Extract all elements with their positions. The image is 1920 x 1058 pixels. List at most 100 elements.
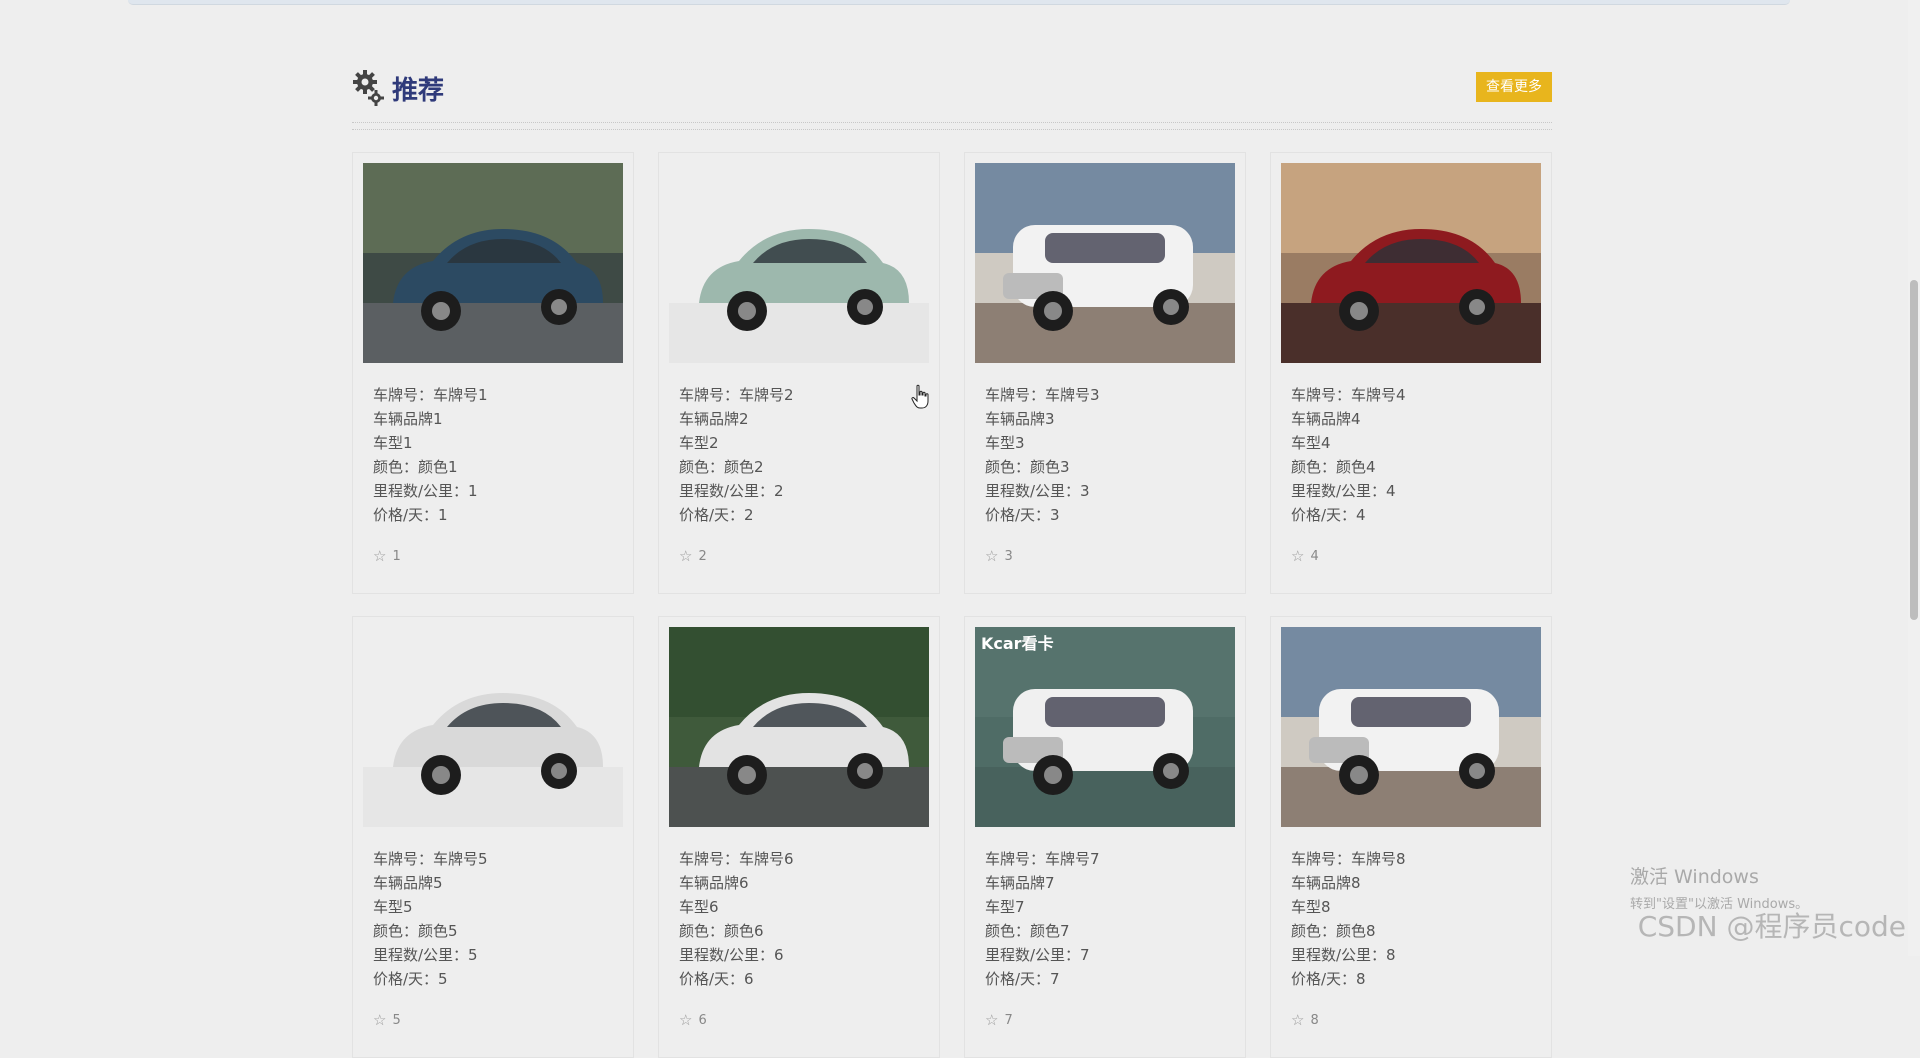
car-photo[interactable] [1281, 627, 1541, 827]
star-icon[interactable]: ☆ [985, 1011, 998, 1029]
daily-price: 价格/天：3 [985, 506, 1060, 524]
car-card[interactable]: 车牌号：车牌号3 车辆品牌3 车型3 颜色：颜色3 里程数/公里：3 价格/天：… [964, 152, 1246, 594]
favorite-count[interactable]: ☆ 6 [679, 1011, 707, 1029]
favorite-count[interactable]: ☆ 4 [1291, 547, 1319, 565]
vehicle-brand: 车辆品牌2 [679, 410, 749, 428]
vehicle-brand: 车辆品牌7 [985, 874, 1055, 892]
section-header: 推荐 查看更多 [352, 64, 1552, 120]
hand-cursor-icon [911, 384, 931, 410]
vehicle-mileage: 里程数/公里：6 [679, 946, 784, 964]
daily-price: 价格/天：4 [1291, 506, 1366, 524]
top-navigation-bar-edge [128, 0, 1790, 5]
favorite-count[interactable]: ☆ 8 [1291, 1011, 1319, 1029]
vehicle-mileage: 里程数/公里：2 [679, 482, 784, 500]
daily-price: 价格/天：2 [679, 506, 754, 524]
vehicle-model: 车型4 [1291, 434, 1331, 452]
car-photo[interactable]: Kcar看卡 [975, 627, 1235, 827]
favorite-count-value: 8 [1310, 1012, 1319, 1028]
car-photo[interactable] [669, 627, 929, 827]
favorite-count[interactable]: ☆ 5 [373, 1011, 401, 1029]
scrollbar-thumb[interactable] [1910, 280, 1918, 620]
plate-number: 车牌号：车牌号2 [679, 386, 794, 404]
daily-price: 价格/天：7 [985, 970, 1060, 988]
page-scrollbar[interactable] [1908, 0, 1920, 956]
car-card[interactable]: 车牌号：车牌号5 车辆品牌5 车型5 颜色：颜色5 里程数/公里：5 价格/天：… [352, 616, 634, 1058]
star-icon[interactable]: ☆ [373, 547, 386, 565]
daily-price: 价格/天：5 [373, 970, 448, 988]
car-photo[interactable] [669, 163, 929, 363]
star-icon[interactable]: ☆ [679, 547, 692, 565]
favorite-count[interactable]: ☆ 1 [373, 547, 401, 565]
favorite-count[interactable]: ☆ 2 [679, 547, 707, 565]
car-card[interactable]: 车牌号：车牌号4 车辆品牌4 车型4 颜色：颜色4 里程数/公里：4 价格/天：… [1270, 152, 1552, 594]
car-photo[interactable] [363, 163, 623, 363]
section-title-text: 推荐 [392, 75, 445, 106]
car-photo[interactable] [363, 627, 623, 827]
car-card[interactable]: 车牌号：车牌号2 车辆品牌2 车型2 颜色：颜色2 里程数/公里：2 价格/天：… [658, 152, 940, 594]
section-divider [352, 122, 1552, 130]
vehicle-brand: 车辆品牌5 [373, 874, 443, 892]
car-card[interactable]: 车牌号：车牌号1 车辆品牌1 车型1 颜色：颜色1 里程数/公里：1 价格/天：… [352, 152, 634, 594]
vehicle-color: 颜色：颜色7 [985, 922, 1070, 940]
vehicle-color: 颜色：颜色8 [1291, 922, 1376, 940]
vehicle-model: 车型7 [985, 898, 1025, 916]
vehicle-color: 颜色：颜色3 [985, 458, 1070, 476]
star-icon[interactable]: ☆ [373, 1011, 386, 1029]
view-more-button[interactable]: 查看更多 [1476, 72, 1552, 102]
vehicle-mileage: 里程数/公里：7 [985, 946, 1090, 964]
favorite-count[interactable]: ☆ 3 [985, 547, 1013, 565]
car-info: 车牌号：车牌号6 车辆品牌6 车型6 颜色：颜色6 里程数/公里：6 价格/天：… [679, 847, 794, 991]
section-title: 推荐 [352, 68, 444, 108]
vehicle-brand: 车辆品牌1 [373, 410, 443, 428]
vehicle-brand: 车辆品牌8 [1291, 874, 1361, 892]
favorite-count-value: 4 [1310, 548, 1319, 564]
car-card[interactable]: Kcar看卡 车牌号：车牌号7 车辆品牌7 车型7 颜色：颜色7 里程数/公里：… [964, 616, 1246, 1058]
daily-price: 价格/天：8 [1291, 970, 1366, 988]
car-info: 车牌号：车牌号7 车辆品牌7 车型7 颜色：颜色7 里程数/公里：7 价格/天：… [985, 847, 1100, 991]
car-photo[interactable] [975, 163, 1235, 363]
plate-number: 车牌号：车牌号8 [1291, 850, 1406, 868]
vehicle-color: 颜色：颜色4 [1291, 458, 1376, 476]
car-info: 车牌号：车牌号1 车辆品牌1 车型1 颜色：颜色1 里程数/公里：1 价格/天：… [373, 383, 488, 527]
vehicle-color: 颜色：颜色5 [373, 922, 458, 940]
car-info: 车牌号：车牌号8 车辆品牌8 车型8 颜色：颜色8 里程数/公里：8 价格/天：… [1291, 847, 1406, 991]
star-icon[interactable]: ☆ [1291, 1011, 1304, 1029]
favorite-count[interactable]: ☆ 7 [985, 1011, 1013, 1029]
vehicle-mileage: 里程数/公里：8 [1291, 946, 1396, 964]
plate-number: 车牌号：车牌号1 [373, 386, 488, 404]
plate-number: 车牌号：车牌号5 [373, 850, 488, 868]
vehicle-model: 车型3 [985, 434, 1025, 452]
watermark-line1: 激活 Windows [1630, 866, 1759, 888]
car-info: 车牌号：车牌号4 车辆品牌4 车型4 颜色：颜色4 里程数/公里：4 价格/天：… [1291, 383, 1406, 527]
favorite-count-value: 2 [698, 548, 707, 564]
star-icon[interactable]: ☆ [1291, 547, 1304, 565]
daily-price: 价格/天：1 [373, 506, 448, 524]
vehicle-color: 颜色：颜色6 [679, 922, 764, 940]
plate-number: 车牌号：车牌号7 [985, 850, 1100, 868]
vehicle-color: 颜色：颜色1 [373, 458, 458, 476]
car-card[interactable]: 车牌号：车牌号6 车辆品牌6 车型6 颜色：颜色6 里程数/公里：6 价格/天：… [658, 616, 940, 1058]
vehicle-color: 颜色：颜色2 [679, 458, 764, 476]
plate-number: 车牌号：车牌号6 [679, 850, 794, 868]
vehicle-brand: 车辆品牌4 [1291, 410, 1361, 428]
plate-number: 车牌号：车牌号3 [985, 386, 1100, 404]
car-info: 车牌号：车牌号2 车辆品牌2 车型2 颜色：颜色2 里程数/公里：2 价格/天：… [679, 383, 794, 527]
photo-watermark-text: Kcar看卡 [981, 634, 1054, 653]
car-grid: 车牌号：车牌号1 车辆品牌1 车型1 颜色：颜色1 里程数/公里：1 价格/天：… [352, 152, 1552, 1058]
car-photo[interactable] [1281, 163, 1541, 363]
vehicle-mileage: 里程数/公里：1 [373, 482, 478, 500]
favorite-count-value: 3 [1004, 548, 1013, 564]
car-card[interactable]: 车牌号：车牌号8 车辆品牌8 车型8 颜色：颜色8 里程数/公里：8 价格/天：… [1270, 616, 1552, 1058]
daily-price: 价格/天：6 [679, 970, 754, 988]
favorite-count-value: 5 [392, 1012, 401, 1028]
vehicle-model: 车型2 [679, 434, 719, 452]
star-icon[interactable]: ☆ [985, 547, 998, 565]
vehicle-model: 车型5 [373, 898, 413, 916]
plate-number: 车牌号：车牌号4 [1291, 386, 1406, 404]
vehicle-brand: 车辆品牌6 [679, 874, 749, 892]
favorite-count-value: 1 [392, 548, 401, 564]
star-icon[interactable]: ☆ [679, 1011, 692, 1029]
recommend-section: 推荐 查看更多 车牌号：车牌号1 车辆品牌1 车型1 颜色：颜色1 里程数/公里… [352, 64, 1552, 1058]
car-info: 车牌号：车牌号3 车辆品牌3 车型3 颜色：颜色3 里程数/公里：3 价格/天：… [985, 383, 1100, 527]
csdn-watermark: CSDN @程序员code [1637, 910, 1906, 943]
